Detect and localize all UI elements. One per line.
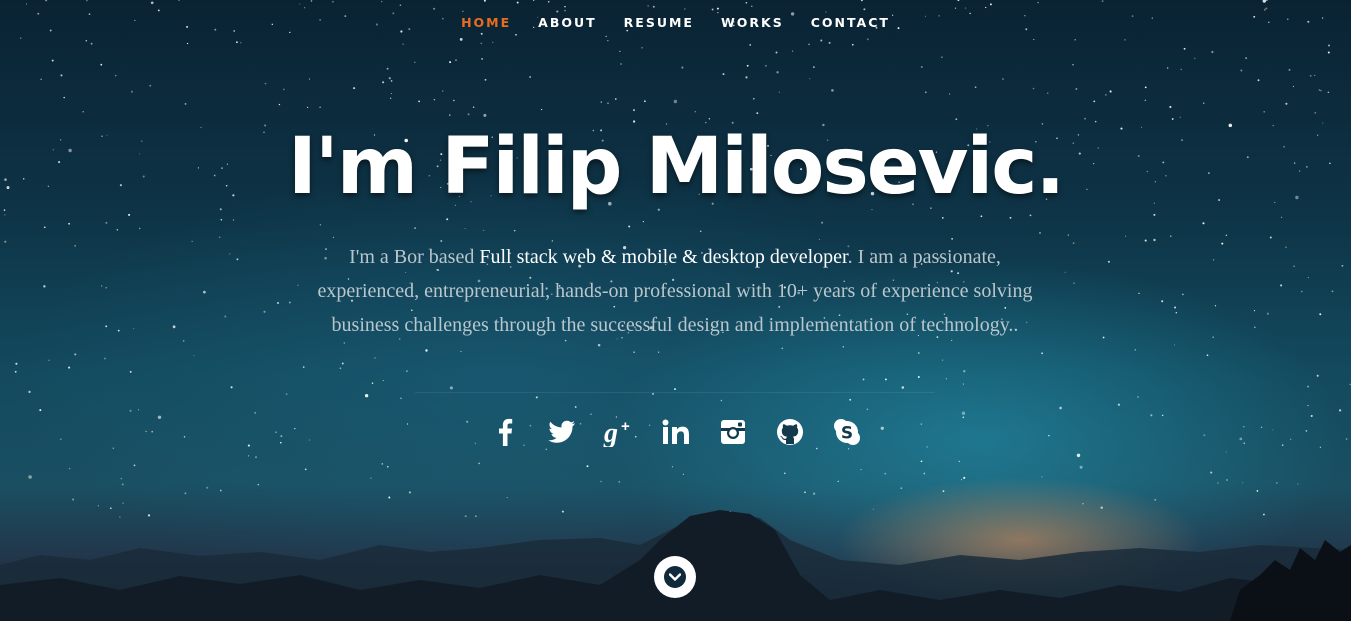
google-plus-icon[interactable]: g + <box>602 415 636 449</box>
main-nav: HOME ABOUT RESUME WORKS CONTACT <box>0 15 1351 30</box>
nav-home[interactable]: HOME <box>461 15 511 30</box>
nav-works[interactable]: WORKS <box>721 15 784 30</box>
hero-intro: I'm a Bor based Full stack web & mobile … <box>315 240 1035 342</box>
nav-about[interactable]: ABOUT <box>538 15 597 30</box>
github-icon[interactable] <box>773 415 807 449</box>
skype-icon[interactable]: S <box>830 415 864 449</box>
intro-role: Full stack web & mobile & desktop develo… <box>479 246 848 268</box>
instagram-icon[interactable] <box>716 415 750 449</box>
facebook-icon[interactable] <box>488 415 522 449</box>
twitter-icon[interactable] <box>545 415 579 449</box>
hero-title: I'm Filip Milosevic. <box>287 122 1065 212</box>
chevron-down-icon <box>664 566 686 588</box>
nav-contact[interactable]: CONTACT <box>811 15 890 30</box>
nav-resume[interactable]: RESUME <box>624 15 694 30</box>
linkedin-icon[interactable] <box>659 415 693 449</box>
scroll-down-button[interactable] <box>654 556 696 598</box>
svg-text:+: + <box>621 418 630 435</box>
intro-prefix: I'm a Bor based <box>349 246 480 268</box>
hero-divider <box>415 392 935 393</box>
svg-text:g: g <box>603 418 618 447</box>
svg-text:S: S <box>840 424 852 444</box>
social-links: g + S <box>0 415 1351 449</box>
